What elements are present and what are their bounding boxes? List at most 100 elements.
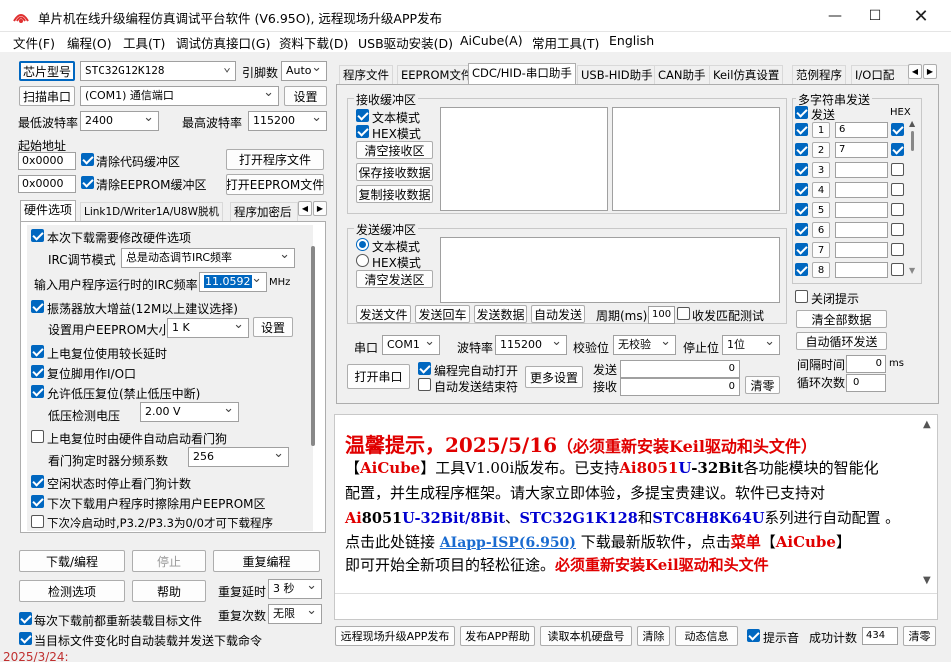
modify-hw-checkbox[interactable] <box>31 229 44 242</box>
menu-common-tools[interactable]: 常用工具(T) <box>532 33 599 52</box>
remote-upgrade-button[interactable]: 远程现场升级APP发布 <box>335 626 455 646</box>
multi-row-input[interactable]: 6 <box>835 122 888 138</box>
send-data-button[interactable]: 发送数据 <box>474 305 527 323</box>
multi-row-send-button[interactable]: 1 <box>812 122 830 138</box>
repeat-program-button[interactable]: 重复编程 <box>213 550 320 572</box>
tab-hardware-options[interactable]: 硬件选项 <box>20 200 77 222</box>
close-tip-checkbox[interactable] <box>795 290 808 303</box>
max-baud-select[interactable]: 115200 <box>248 111 327 131</box>
options-scrollbar[interactable] <box>311 246 315 446</box>
close-icon[interactable]: ✕ <box>898 0 944 32</box>
multi-row-hex-checkbox[interactable] <box>891 263 904 276</box>
multi-row-enable-checkbox[interactable] <box>795 203 808 216</box>
stop-bits-select[interactable]: 1位 <box>722 335 780 355</box>
send-text-area[interactable] <box>440 237 780 303</box>
reload-checkbox[interactable] <box>19 612 32 625</box>
auto-end-checkbox[interactable] <box>418 378 431 391</box>
multi-row-enable-checkbox[interactable] <box>795 243 808 256</box>
menu-download[interactable]: 资料下载(D) <box>279 33 348 52</box>
multi-row-send-button[interactable]: 5 <box>812 202 830 218</box>
menu-aicube[interactable]: AiCube(A) <box>460 33 523 48</box>
read-disk-id-button[interactable]: 读取本机硬盘号 <box>540 626 632 646</box>
save-receive-button[interactable]: 保存接收数据 <box>356 163 433 181</box>
menu-file[interactable]: 文件(F) <box>13 33 55 52</box>
menu-usb-driver[interactable]: USB驱动安装(D) <box>358 33 453 52</box>
multi-row-input[interactable] <box>835 222 888 238</box>
multi-row-hex-checkbox[interactable] <box>891 223 904 236</box>
open-program-file-button[interactable]: 打开程序文件 <box>226 149 324 170</box>
multi-row-send-button[interactable]: 7 <box>812 242 830 258</box>
multi-row-hex-checkbox[interactable] <box>891 143 904 156</box>
help-button[interactable]: 帮助 <box>132 580 206 602</box>
maximize-icon[interactable]: ☐ <box>852 0 898 32</box>
multi-row-hex-checkbox[interactable] <box>891 243 904 256</box>
send-file-button[interactable]: 发送文件 <box>356 305 411 323</box>
serial-port-select[interactable]: COM1 <box>382 335 440 355</box>
dynamic-info-button[interactable]: 动态信息 <box>675 626 738 646</box>
match-test-checkbox[interactable] <box>677 307 690 320</box>
tab-keil-sim[interactable]: Keil仿真设置 <box>709 65 784 85</box>
loop-count-input[interactable]: 0 <box>846 374 886 392</box>
tab-io-config[interactable]: I/O口配 <box>851 65 909 85</box>
baud-rate-select[interactable]: 115200 <box>495 335 567 355</box>
multi-row-hex-checkbox[interactable] <box>891 183 904 196</box>
tab-usb-hid[interactable]: USB-HID助手 <box>577 65 657 85</box>
receive-hex-area[interactable] <box>612 107 780 211</box>
multi-row-hex-checkbox[interactable] <box>891 163 904 176</box>
parity-select[interactable]: 无校验 <box>613 335 676 355</box>
reset-success-count-button[interactable]: 清零 <box>903 626 936 646</box>
tab-encryption[interactable]: 程序加密后 <box>230 202 298 222</box>
multi-row-enable-checkbox[interactable] <box>795 143 808 156</box>
tab-examples[interactable]: 范例程序 <box>792 65 846 85</box>
menu-english[interactable]: English <box>609 33 654 48</box>
tab-scroll-right-icon[interactable]: ▶ <box>313 201 327 216</box>
multi-row-send-button[interactable]: 2 <box>812 142 830 158</box>
multi-row-hex-checkbox[interactable] <box>891 123 904 136</box>
clear-eeprom-checkbox[interactable] <box>81 176 94 189</box>
multi-row-enable-checkbox[interactable] <box>795 163 808 176</box>
more-settings-button[interactable]: 更多设置 <box>525 366 583 388</box>
rx-hex-mode-checkbox[interactable] <box>356 125 369 138</box>
multi-row-enable-checkbox[interactable] <box>795 223 808 236</box>
publish-app-help-button[interactable]: 发布APP帮助 <box>460 626 535 646</box>
tab-serial-assistant[interactable]: CDC/HID-串口助手 <box>468 63 576 85</box>
multi-row-enable-checkbox[interactable] <box>795 123 808 136</box>
eeprom-address-input[interactable]: 0x0000 <box>18 175 76 193</box>
multi-row-hex-checkbox[interactable] <box>891 203 904 216</box>
low-volt-select[interactable]: 2.00 V <box>140 402 239 422</box>
auto-load-checkbox[interactable] <box>19 632 32 645</box>
tab-eeprom-file[interactable]: EEPROM文件 <box>397 65 477 85</box>
check-options-button[interactable]: 检测选项 <box>19 580 125 602</box>
multi-row-input[interactable] <box>835 242 888 258</box>
period-input[interactable]: 100 <box>648 306 675 324</box>
menu-program[interactable]: 编程(O) <box>67 33 112 52</box>
clear-code-checkbox[interactable] <box>81 153 94 166</box>
multi-row-input[interactable] <box>835 202 888 218</box>
clear-all-data-button[interactable]: 清全部数据 <box>796 310 887 328</box>
multi-send-all-checkbox[interactable] <box>795 106 808 119</box>
open-eeprom-file-button[interactable]: 打开EEPROM文件 <box>226 174 324 195</box>
right-tab-scroll-left-icon[interactable]: ◀ <box>908 64 922 79</box>
send-return-button[interactable]: 发送回车 <box>415 305 470 323</box>
clear-count-button[interactable]: 清零 <box>745 376 780 394</box>
notice-scroll-up-icon[interactable]: ▲ <box>923 419 931 430</box>
erase-eeprom-checkbox[interactable] <box>31 495 44 508</box>
multi-row-input[interactable]: 7 <box>835 142 888 158</box>
osc-gain-checkbox[interactable] <box>31 300 44 313</box>
tab-scroll-left-icon[interactable]: ◀ <box>298 201 312 216</box>
wdt-prescale-select[interactable]: 256 <box>188 447 289 467</box>
tab-link1d[interactable]: Link1D/Writer1A/U8W脱机 <box>80 202 223 222</box>
reset-io-checkbox[interactable] <box>31 365 44 378</box>
multi-row-send-button[interactable]: 6 <box>812 222 830 238</box>
idle-wdt-checkbox[interactable] <box>31 475 44 488</box>
multi-row-send-button[interactable]: 8 <box>812 262 830 278</box>
stop-button[interactable]: 停止 <box>132 550 206 572</box>
low-volt-reset-checkbox[interactable] <box>31 385 44 398</box>
multi-row-input[interactable] <box>835 162 888 178</box>
multi-row-enable-checkbox[interactable] <box>795 263 808 276</box>
cold-start-checkbox[interactable] <box>31 515 44 528</box>
notice-scroll-down-icon[interactable]: ▼ <box>923 575 931 586</box>
irc-mode-select[interactable]: 总是动态调节IRC频率 <box>121 248 295 268</box>
eeprom-size-set-button[interactable]: 设置 <box>253 317 293 337</box>
copy-receive-button[interactable]: 复制接收数据 <box>356 185 433 203</box>
